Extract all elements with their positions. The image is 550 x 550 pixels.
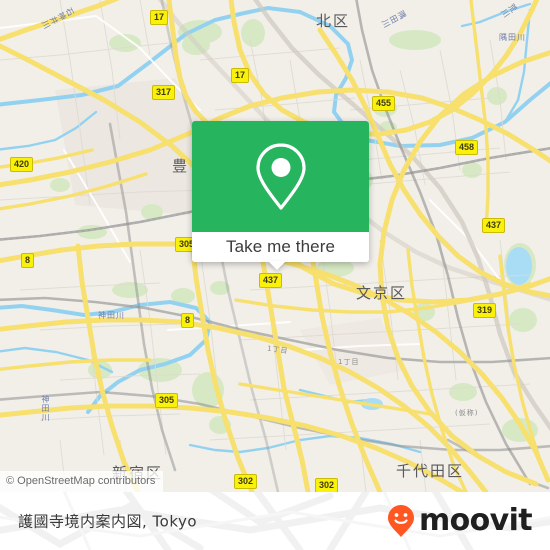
map-place-label: 文京区 (356, 284, 408, 302)
map-place-label: 北区 (316, 12, 351, 30)
card-action-area[interactable]: Take me there (192, 232, 369, 262)
road-shield: 317 (152, 85, 176, 100)
road-shield: 458 (455, 140, 479, 155)
road-shield: 437 (259, 273, 283, 288)
road-shield: 420 (10, 157, 34, 172)
moovit-wordmark: moovit (418, 503, 533, 538)
map-river-label: 神田川 (98, 311, 125, 320)
road-shield: 302 (234, 474, 258, 489)
card-icon-area (192, 121, 369, 232)
road-shield: 455 (372, 96, 396, 111)
map-place-label: 千代田区 (396, 462, 465, 480)
place-title: 護國寺境内案内図, Tokyo (18, 512, 198, 531)
map-pin-icon (255, 142, 306, 210)
road-shield: 305 (155, 393, 179, 408)
road-shield: 437 (482, 218, 506, 233)
take-me-there-label: Take me there (225, 237, 336, 256)
map-river-label: 隅田川 (499, 33, 526, 42)
road-shield: 302 (315, 478, 339, 492)
footer-bar: 護國寺境内案内図, Tokyo moovit (0, 492, 550, 550)
moovit-logo[interactable]: moovit (386, 503, 533, 538)
moovit-place-card-screen: .mj{fill:none;stroke:#f7e06e;stroke-widt… (0, 0, 550, 550)
map-place-label: 豊 (172, 157, 190, 175)
road-shield: 319 (473, 303, 497, 318)
road-shield: 8 (181, 313, 195, 328)
card-pointer-arrow (268, 261, 286, 270)
road-shield: 17 (150, 10, 169, 25)
road-shield: 8 (21, 253, 35, 268)
map-street-label: 1丁目 (338, 358, 360, 366)
take-me-there-card[interactable]: Take me there (192, 121, 369, 262)
moovit-smiley-pin-icon (387, 505, 414, 537)
road-shield: 17 (231, 68, 250, 83)
map-river-label: 神田川 (41, 395, 50, 422)
osm-attribution[interactable]: © OpenStreetMap contributors (0, 471, 164, 492)
map-street-label: (仮称) (455, 409, 479, 417)
